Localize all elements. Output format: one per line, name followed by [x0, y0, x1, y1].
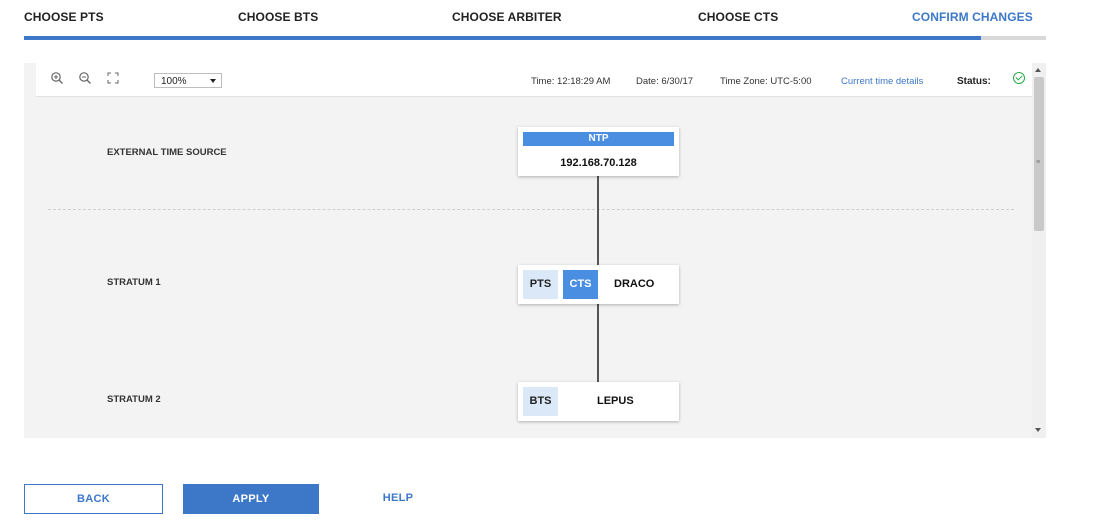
server-node-lepus[interactable]: BTS LEPUS — [518, 382, 679, 421]
topology-panel: 100% Time: 12:18:29 AM Date: 6/30/17 Tim… — [24, 63, 1046, 438]
step-choose-bts[interactable]: CHOOSE BTS — [238, 10, 318, 24]
row-label-external-time-source: EXTERNAL TIME SOURCE — [107, 147, 227, 158]
help-link[interactable]: HELP — [374, 484, 422, 514]
role-tag-bts: BTS — [523, 387, 558, 416]
step-choose-cts[interactable]: CHOOSE CTS — [698, 10, 778, 24]
zoom-level-value: 100% — [161, 76, 187, 87]
vertical-scrollbar[interactable]: ≡ — [1032, 63, 1046, 438]
wizard-steps: CHOOSE PTS CHOOSE BTS CHOOSE ARBITER CHO… — [0, 0, 1060, 40]
zoom-level-select[interactable]: 100% — [154, 73, 222, 88]
wizard-progress-fill — [24, 36, 981, 40]
stratum-divider — [48, 209, 1014, 210]
role-tag-pts: PTS — [523, 270, 558, 299]
step-confirm-changes[interactable]: CONFIRM CHANGES — [912, 10, 1033, 24]
role-tag-cts: CTS — [563, 270, 598, 299]
apply-button[interactable]: APPLY — [183, 484, 319, 514]
chevron-down-icon — [210, 79, 216, 83]
status-label: Status: — [957, 76, 991, 87]
wizard-progress-track — [24, 36, 1046, 40]
topology-toolbar: 100% Time: 12:18:29 AM Date: 6/30/17 Tim… — [36, 63, 1036, 97]
time-zone: Time Zone: UTC-5:00 — [720, 76, 812, 87]
row-label-stratum-1: STRATUM 1 — [107, 277, 161, 288]
ntp-source-node[interactable]: NTP 192.168.70.128 — [518, 127, 679, 176]
server-node-draco[interactable]: PTS CTS DRACO — [518, 265, 679, 304]
row-label-stratum-2: STRATUM 2 — [107, 394, 161, 405]
current-time: Time: 12:18:29 AM — [531, 76, 611, 87]
current-date: Date: 6/30/17 — [636, 76, 694, 87]
fit-to-screen-icon[interactable] — [104, 71, 122, 89]
current-time-details-link[interactable]: Current time details — [841, 76, 923, 87]
ntp-node-header: NTP — [523, 132, 674, 146]
zoom-out-icon[interactable] — [76, 71, 94, 89]
scroll-down-arrow-icon[interactable] — [1035, 428, 1041, 432]
server-name-lepus: LEPUS — [597, 395, 634, 407]
zoom-in-icon[interactable] — [48, 71, 66, 89]
server-name-draco: DRACO — [614, 278, 655, 290]
scrollbar-thumb[interactable]: ≡ — [1034, 77, 1044, 231]
step-choose-arbiter[interactable]: CHOOSE ARBITER — [452, 10, 562, 24]
scroll-up-arrow-icon[interactable] — [1035, 68, 1041, 72]
grip-icon: ≡ — [1036, 159, 1041, 166]
back-button[interactable]: BACK — [24, 484, 163, 514]
step-choose-pts[interactable]: CHOOSE PTS — [24, 10, 104, 24]
check-circle-icon — [1013, 72, 1025, 84]
ntp-node-address: 192.168.70.128 — [560, 157, 637, 169]
